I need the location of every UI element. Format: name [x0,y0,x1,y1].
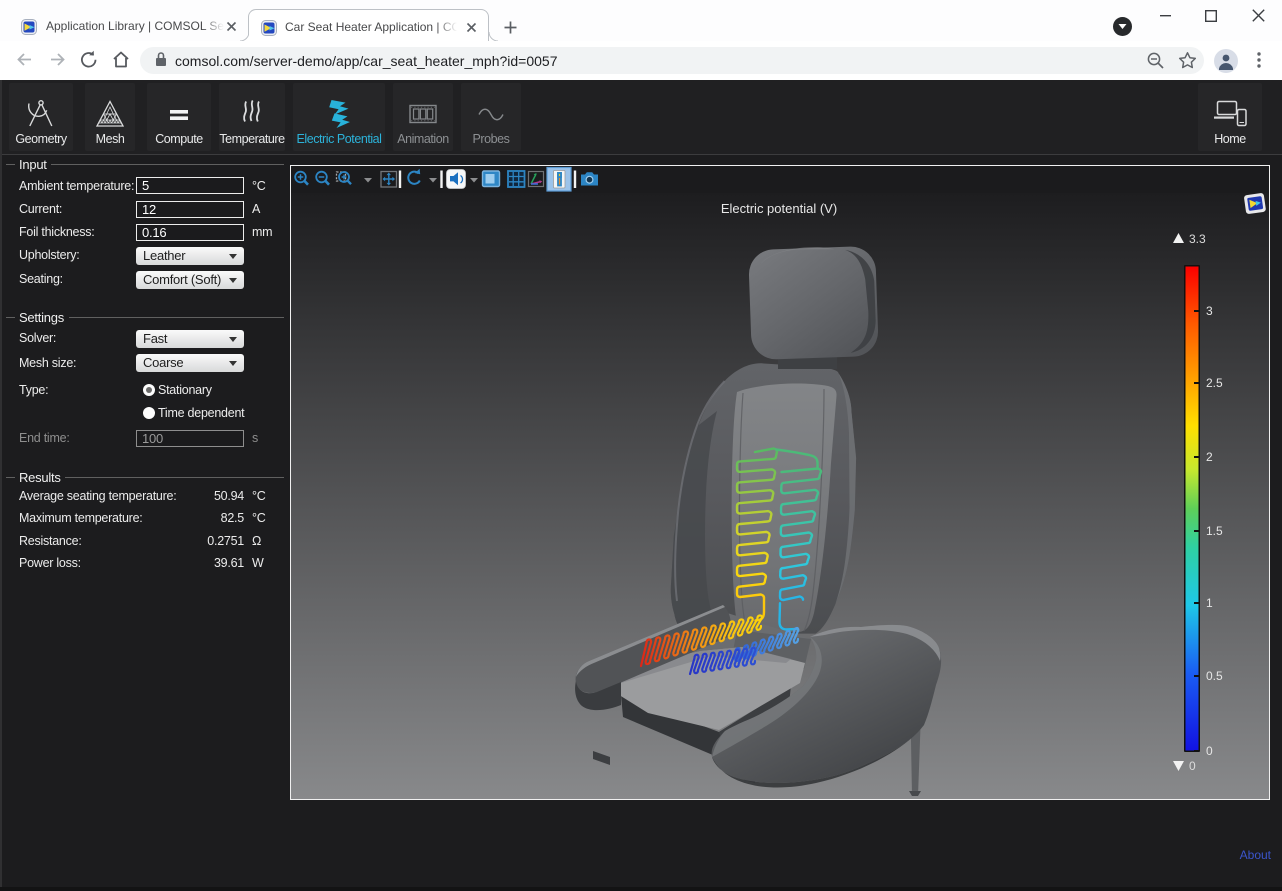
svg-text:0: 0 [1189,759,1196,773]
svg-text:3.3: 3.3 [1189,232,1206,246]
svg-text:Electric potential (V): Electric potential (V) [721,201,837,216]
svg-text:0.5: 0.5 [1206,669,1223,683]
svg-text:3: 3 [1206,304,1213,318]
svg-text:1.5: 1.5 [1206,524,1223,538]
svg-text:2.5: 2.5 [1206,376,1223,390]
svg-text:2: 2 [1206,450,1213,464]
svg-text:0: 0 [1206,744,1213,758]
svg-text:1: 1 [1206,596,1213,610]
